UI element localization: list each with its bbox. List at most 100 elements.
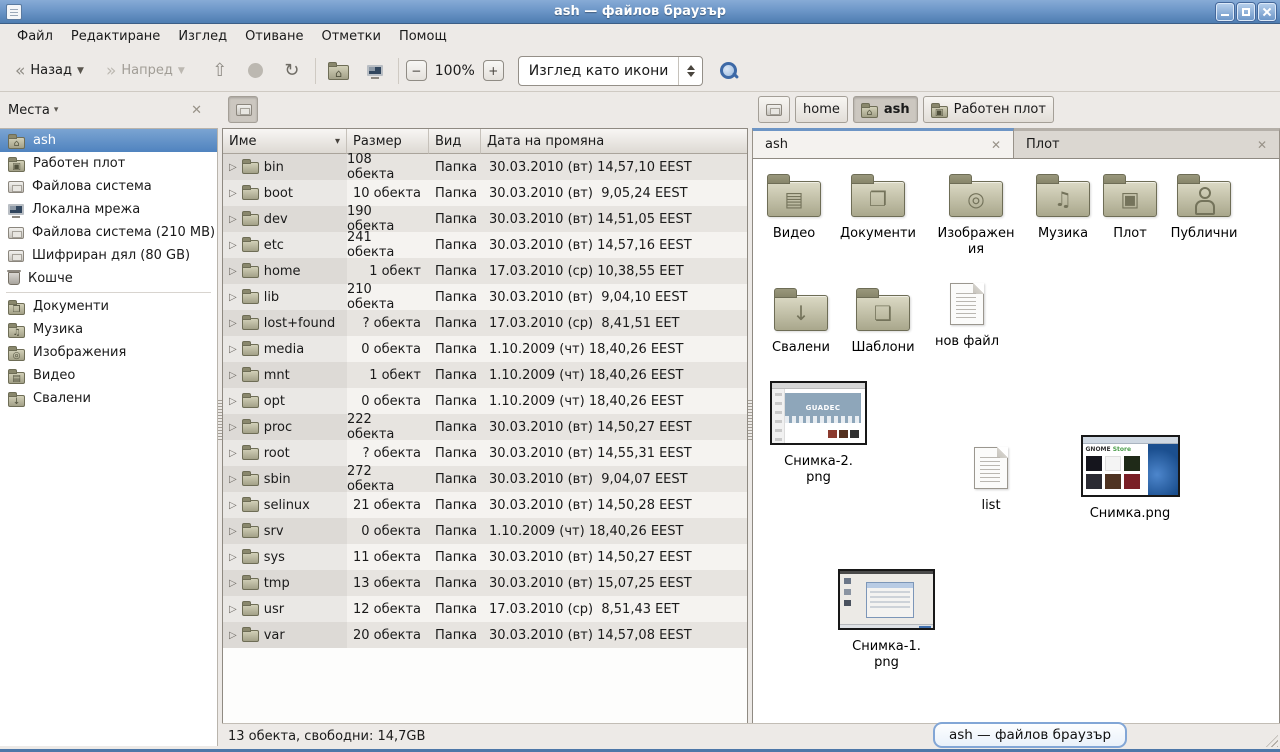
expander-icon[interactable]: ▷ bbox=[229, 474, 237, 485]
expander-icon[interactable]: ▷ bbox=[229, 344, 237, 355]
table-row[interactable]: ▷lost+found ? обекта Папка 17.03.2010 (с… bbox=[223, 310, 747, 336]
resize-grip[interactable] bbox=[1266, 735, 1278, 747]
icon-item-music[interactable]: ♫ Музика bbox=[1028, 173, 1098, 242]
menu-go[interactable]: Отиване bbox=[236, 24, 312, 50]
close-button[interactable] bbox=[1258, 3, 1276, 21]
home-button[interactable] bbox=[323, 55, 355, 87]
table-row[interactable]: ▷var 20 обекта Папка 30.03.2010 (вт) 14,… bbox=[223, 622, 747, 648]
column-header-size[interactable]: Размер bbox=[347, 129, 429, 154]
back-dropdown-icon[interactable]: ▼ bbox=[77, 66, 84, 76]
reload-button[interactable]: ↻ bbox=[276, 55, 308, 87]
icon-item-documents[interactable]: ❐ Документи bbox=[843, 173, 913, 242]
table-row[interactable]: ▷bin 108 обекта Папка 30.03.2010 (вт) 14… bbox=[223, 154, 747, 180]
tab-close-icon[interactable]: ✕ bbox=[1257, 138, 1267, 152]
menu-file[interactable]: Файл bbox=[8, 24, 62, 50]
expander-icon[interactable]: ▷ bbox=[229, 422, 237, 433]
tab-ash[interactable]: ash ✕ bbox=[752, 128, 1014, 158]
expander-icon[interactable]: ▷ bbox=[229, 500, 237, 511]
tab-plot[interactable]: Плот ✕ bbox=[1014, 128, 1280, 158]
tab-close-icon[interactable]: ✕ bbox=[991, 138, 1001, 152]
sidebar-close-icon[interactable]: ✕ bbox=[191, 103, 202, 118]
breadcrumb-ash-button[interactable]: ash bbox=[853, 96, 918, 123]
up-button[interactable]: ⇧ bbox=[204, 55, 236, 87]
search-button[interactable] bbox=[713, 55, 745, 87]
minimize-button[interactable] bbox=[1216, 3, 1234, 21]
breadcrumb-home-button[interactable]: home bbox=[795, 96, 848, 123]
sidebar-item-home[interactable]: ash bbox=[0, 129, 217, 152]
forward-button[interactable]: » Напред ▼ bbox=[99, 55, 192, 87]
sidebar-item-music[interactable]: Музика bbox=[0, 318, 217, 341]
expander-icon[interactable]: ▷ bbox=[229, 526, 237, 537]
expander-icon[interactable]: ▷ bbox=[229, 604, 237, 615]
view-mode-select[interactable]: Изглед като икони bbox=[518, 56, 704, 86]
table-row[interactable]: ▷tmp 13 обекта Папка 30.03.2010 (вт) 15,… bbox=[223, 570, 747, 596]
computer-button[interactable] bbox=[359, 55, 391, 87]
expander-icon[interactable]: ▷ bbox=[229, 448, 237, 459]
expander-icon[interactable]: ▷ bbox=[229, 240, 237, 251]
breadcrumb-root-button[interactable] bbox=[228, 96, 258, 123]
table-row[interactable]: ▷root ? обекта Папка 30.03.2010 (вт) 14,… bbox=[223, 440, 747, 466]
table-row[interactable]: ▷usr 12 обекта Папка 17.03.2010 (ср) 8,5… bbox=[223, 596, 747, 622]
table-row[interactable]: ▷proc 222 обекта Папка 30.03.2010 (вт) 1… bbox=[223, 414, 747, 440]
table-row[interactable]: ▷boot 10 обекта Папка 30.03.2010 (вт) 9,… bbox=[223, 180, 747, 206]
back-button[interactable]: « Назад ▼ bbox=[8, 55, 91, 87]
menu-edit[interactable]: Редактиране bbox=[62, 24, 169, 50]
sidebar-item-filesystem-210mb[interactable]: Файлова система (210 MB) bbox=[0, 221, 217, 244]
sidebar-item-desktop[interactable]: Работен плот bbox=[0, 152, 217, 175]
expander-icon[interactable]: ▷ bbox=[229, 266, 237, 277]
table-row[interactable]: ▷selinux 21 обекта Папка 30.03.2010 (вт)… bbox=[223, 492, 747, 518]
sidebar-item-downloads[interactable]: Свалени bbox=[0, 387, 217, 410]
places-selector[interactable]: Места ▾ bbox=[8, 103, 58, 118]
sidebar-item-pictures[interactable]: Изображения bbox=[0, 341, 217, 364]
icon-item-snimka-1[interactable]: Снимка-1.png bbox=[838, 569, 935, 671]
sidebar-item-trash[interactable]: Кошче bbox=[0, 267, 217, 290]
column-header-type[interactable]: Вид bbox=[429, 129, 481, 154]
expander-icon[interactable]: ▷ bbox=[229, 318, 237, 329]
menu-view[interactable]: Изглед bbox=[169, 24, 236, 50]
table-row[interactable]: ▷etc 241 обекта Папка 30.03.2010 (вт) 14… bbox=[223, 232, 747, 258]
icon-item-snimka[interactable]: GNOME Store Снимка.png bbox=[1080, 435, 1180, 522]
expander-icon[interactable]: ▷ bbox=[229, 552, 237, 563]
expander-icon[interactable]: ▷ bbox=[229, 188, 237, 199]
table-row[interactable]: ▷sys 11 обекта Папка 30.03.2010 (вт) 14,… bbox=[223, 544, 747, 570]
maximize-button[interactable] bbox=[1237, 3, 1255, 21]
icon-item-desktop[interactable]: ▣ Плот bbox=[1098, 173, 1162, 242]
sidebar-item-network[interactable]: Локална мрежа bbox=[0, 198, 217, 221]
breadcrumb-desktop-button[interactable]: Работен плот bbox=[923, 96, 1054, 123]
icon-item-templates[interactable]: ❏ Шаблони bbox=[848, 287, 918, 356]
menu-help[interactable]: Помощ bbox=[390, 24, 456, 50]
table-row[interactable]: ▷dev 190 обекта Папка 30.03.2010 (вт) 14… bbox=[223, 206, 747, 232]
icon-item-new-file[interactable]: нов файл bbox=[931, 283, 1003, 350]
sidebar-item-documents[interactable]: Документи bbox=[0, 295, 217, 318]
table-row[interactable]: ▷sbin 272 обекта Папка 30.03.2010 (вт) 9… bbox=[223, 466, 747, 492]
table-row[interactable]: ▷home 1 обект Папка 17.03.2010 (ср) 10,3… bbox=[223, 258, 747, 284]
icon-item-pictures[interactable]: ◎ Изображения bbox=[936, 173, 1016, 258]
icon-item-video[interactable]: ▤ Видео bbox=[759, 173, 829, 242]
sidebar-item-video[interactable]: Видео bbox=[0, 364, 217, 387]
expander-icon[interactable]: ▷ bbox=[229, 578, 237, 589]
table-row[interactable]: ▷srv 0 обекта Папка 1.10.2009 (чт) 18,40… bbox=[223, 518, 747, 544]
icon-item-list[interactable]: list bbox=[957, 447, 1025, 514]
table-row[interactable]: ▷mnt 1 обект Папка 1.10.2009 (чт) 18,40,… bbox=[223, 362, 747, 388]
zoom-out-button[interactable]: − bbox=[406, 60, 427, 81]
column-header-name[interactable]: Име ▾ bbox=[223, 129, 347, 154]
column-header-date[interactable]: Дата на промяна bbox=[481, 129, 747, 154]
expander-icon[interactable]: ▷ bbox=[229, 630, 237, 641]
expander-icon[interactable]: ▷ bbox=[229, 370, 237, 381]
sidebar-item-filesystem[interactable]: Файлова система bbox=[0, 175, 217, 198]
stop-button[interactable] bbox=[240, 55, 272, 87]
expander-icon[interactable]: ▷ bbox=[229, 396, 237, 407]
breadcrumb-root-button[interactable] bbox=[758, 96, 790, 123]
icon-item-public[interactable]: Публични bbox=[1166, 173, 1242, 242]
expander-icon[interactable]: ▷ bbox=[229, 162, 237, 173]
table-row[interactable]: ▷opt 0 обекта Папка 1.10.2009 (чт) 18,40… bbox=[223, 388, 747, 414]
icon-item-downloads[interactable]: ↓ Свалени bbox=[766, 287, 836, 356]
icon-item-snimka-2[interactable]: GUADEC Снимка-2.png bbox=[770, 381, 867, 486]
expander-icon[interactable]: ▷ bbox=[229, 292, 237, 303]
expander-icon[interactable]: ▷ bbox=[229, 214, 237, 225]
zoom-in-button[interactable]: + bbox=[483, 60, 504, 81]
table-row[interactable]: ▷lib 210 обекта Папка 30.03.2010 (вт) 9,… bbox=[223, 284, 747, 310]
table-row[interactable]: ▷media 0 обекта Папка 1.10.2009 (чт) 18,… bbox=[223, 336, 747, 362]
sidebar-item-encrypted-80gb[interactable]: Шифриран дял (80 GB) bbox=[0, 244, 217, 267]
menu-bookmarks[interactable]: Отметки bbox=[312, 24, 389, 50]
